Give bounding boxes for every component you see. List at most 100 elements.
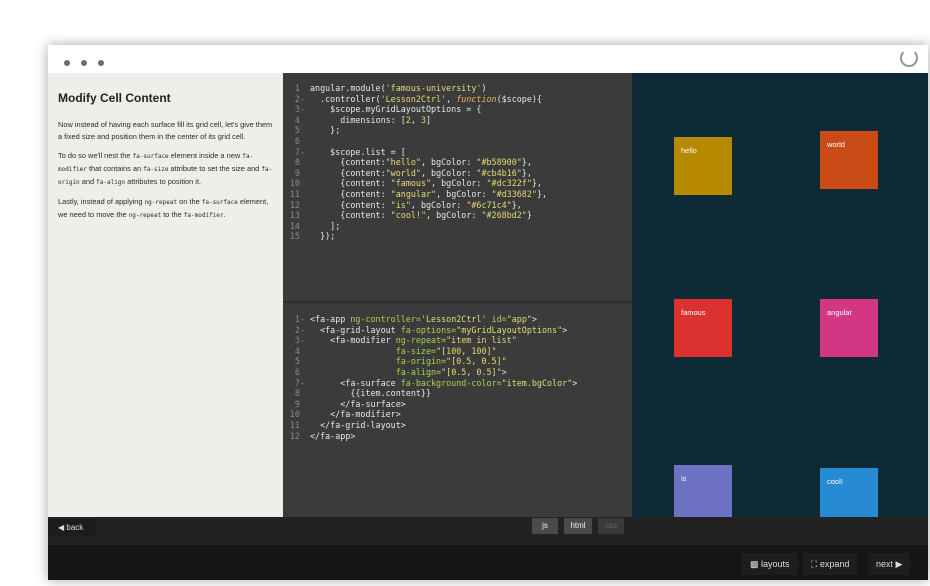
text: . bbox=[223, 210, 226, 219]
code-text: <fa-app ng-controller='Lesson2Ctrl' id="… bbox=[310, 314, 537, 325]
back-button[interactable]: ◀ back bbox=[48, 519, 96, 537]
tab-html[interactable]: html bbox=[564, 518, 592, 534]
code-text: $scope.myGridLayoutOptions = { bbox=[310, 104, 481, 115]
line-number: 1 bbox=[294, 83, 305, 93]
code-token: fa-background-color= bbox=[400, 377, 502, 388]
code-token: > bbox=[531, 314, 537, 324]
code-token: $scope.list = [ bbox=[310, 146, 406, 157]
code-text: </fa-surface> bbox=[310, 399, 406, 410]
lesson-paragraph-2: To do so we'll nest the fa-surface eleme… bbox=[58, 150, 273, 189]
bottom-bar: ◀ back js html css ▩ layouts ⛶ expand ne… bbox=[48, 517, 928, 580]
expand-label: expand bbox=[819, 559, 850, 569]
text: To do so we'll nest the bbox=[58, 151, 133, 160]
line-number: 7- bbox=[294, 377, 305, 388]
code-text: fa-size="[100, 100]" bbox=[310, 346, 497, 357]
line-number: 14 bbox=[289, 220, 305, 231]
map-icon: ▩ bbox=[750, 559, 759, 569]
preview-tile: world bbox=[820, 131, 878, 189]
js-code-editor[interactable]: 1 angular.module('famous-university') 2- … bbox=[283, 73, 632, 301]
code-token: }, bbox=[521, 157, 532, 168]
inline-code: fa-size bbox=[143, 166, 169, 173]
code-token: "myGridLayoutOptions" bbox=[456, 324, 563, 335]
window-dot-icon bbox=[64, 60, 70, 66]
window-dot-icon bbox=[81, 60, 87, 66]
code-token: > bbox=[501, 366, 507, 377]
code-token: function bbox=[456, 93, 497, 104]
code-text: {content:"world", bgColor: "#cb4b16"}, bbox=[310, 168, 532, 179]
code-token: "#d33682" bbox=[491, 188, 537, 199]
code-token: {content: bbox=[310, 210, 391, 221]
code-token: {content: bbox=[310, 167, 386, 178]
code-token: .controller( bbox=[310, 93, 381, 104]
next-label: next bbox=[876, 559, 894, 569]
code-text: {{item.content}} bbox=[310, 388, 431, 399]
code-text: </fa-modifier> bbox=[310, 409, 401, 420]
code-token: "#cb4b16" bbox=[476, 167, 522, 178]
lesson-paragraph-3: Lastly, instead of applying ng-repeat on… bbox=[58, 196, 273, 222]
code-token: "item.bgColor" bbox=[501, 377, 573, 388]
inline-code: fa-modifier bbox=[183, 212, 224, 219]
code-token: "#dc322f" bbox=[486, 178, 532, 189]
text: on the bbox=[177, 197, 202, 206]
code-text: fa-align="[0.5, 0.5]"> bbox=[310, 367, 507, 378]
preview-tile: is bbox=[674, 465, 732, 523]
code-text: ]; bbox=[310, 221, 340, 232]
line-number: 9 bbox=[294, 167, 305, 178]
line-number: 15 bbox=[289, 231, 305, 242]
line-number: 8 bbox=[294, 388, 305, 399]
preview-tile: angular bbox=[820, 299, 878, 357]
code-token: {content: bbox=[310, 178, 391, 189]
text: attributes to position it. bbox=[125, 177, 202, 186]
line-number: 10 bbox=[289, 409, 305, 420]
html-code-editor[interactable]: 1- <fa-app ng-controller='Lesson2Ctrl' id… bbox=[283, 303, 632, 517]
code-text: {content: "cool!", bgColor: "#268bd2"} bbox=[310, 210, 532, 221]
code-token: 'Lesson2Ctrl' bbox=[380, 93, 447, 104]
inline-code: fa-surface bbox=[132, 153, 169, 160]
line-number: 5 bbox=[294, 356, 305, 367]
line-number: 10 bbox=[289, 178, 305, 189]
code-token: ng-repeat= bbox=[395, 335, 447, 346]
line-number: 12 bbox=[289, 430, 305, 441]
next-button[interactable]: next ▶ bbox=[868, 553, 911, 575]
code-token: "famous" bbox=[390, 178, 432, 189]
code-token: }, bbox=[521, 167, 532, 178]
layouts-button[interactable]: ▩ layouts bbox=[742, 553, 798, 575]
line-number: 4 bbox=[294, 345, 305, 356]
code-token: , bgColor: bbox=[436, 188, 492, 199]
code-token: > bbox=[562, 324, 568, 335]
code-token: ) bbox=[481, 83, 487, 93]
triangle-left-icon: ◀ bbox=[58, 523, 65, 532]
code-token: $scope.myGridLayoutOptions = { bbox=[310, 104, 482, 115]
text: element inside a new bbox=[168, 151, 243, 160]
line-number: 1- bbox=[294, 314, 305, 324]
code-token: , bgColor: bbox=[431, 178, 487, 189]
inline-code: ng-repeat bbox=[128, 212, 162, 219]
code-token: "[0.5, 0.5]" bbox=[441, 366, 502, 377]
code-token: , bgColor: bbox=[410, 199, 467, 210]
preview-tile: famous bbox=[674, 299, 732, 357]
code-text: <fa-grid-layout fa-options="myGridLayout… bbox=[310, 325, 567, 336]
tile-label: hello bbox=[681, 146, 697, 155]
tile-label: is bbox=[681, 474, 687, 483]
code-token: </fa-surface> bbox=[310, 398, 406, 409]
code-token: ] bbox=[426, 114, 432, 125]
code-token: "#b58900" bbox=[476, 157, 522, 168]
tab-css[interactable]: css bbox=[598, 518, 624, 534]
code-token: 'Lesson2Ctrl' bbox=[420, 314, 487, 324]
triangle-right-icon: ▶ bbox=[895, 559, 903, 569]
code-text: {content: "angular", bgColor: "#d33682"}… bbox=[310, 189, 547, 200]
expand-button[interactable]: ⛶ expand bbox=[803, 553, 858, 575]
expand-icon: ⛶ bbox=[811, 559, 818, 569]
code-token: <fa-app bbox=[310, 314, 351, 324]
code-token: fa-size= bbox=[395, 345, 437, 356]
lesson-paragraph-1: Now instead of having each surface fill … bbox=[58, 120, 273, 141]
line-number: 3- bbox=[294, 104, 305, 115]
tab-js[interactable]: js bbox=[532, 518, 558, 534]
code-token: {content: bbox=[310, 199, 391, 210]
code-text: {content: "is", bgColor: "#6c71c4"}, bbox=[310, 200, 522, 211]
code-token: > bbox=[572, 377, 578, 388]
back-label: back bbox=[66, 523, 84, 532]
code-token: , bbox=[410, 114, 421, 125]
code-token: </fa-grid-layout> bbox=[310, 419, 406, 430]
lesson-title: Modify Cell Content bbox=[58, 91, 171, 105]
